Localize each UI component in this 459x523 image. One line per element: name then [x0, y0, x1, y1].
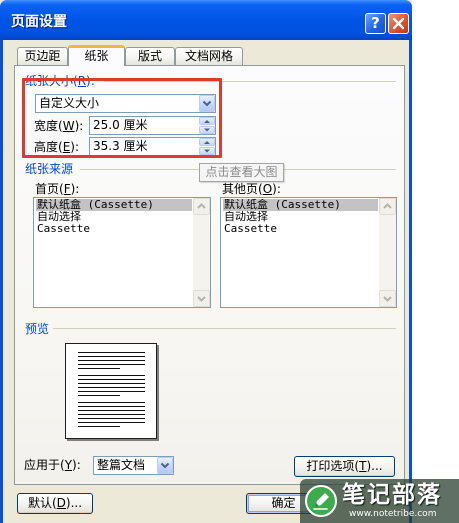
- accelerator-key: Y: [64, 458, 73, 472]
- preview-text-line: [78, 352, 145, 353]
- list-item[interactable]: Cassette: [223, 223, 378, 235]
- tooltip: 点击查看大图: [199, 163, 284, 182]
- apply-to-value: 整篇文档: [97, 458, 146, 472]
- window-frame-right: [409, 40, 412, 523]
- preview-text-line: [78, 356, 145, 357]
- preview-text-line: [78, 391, 145, 392]
- first-page-list-scrollbar[interactable]: [193, 198, 210, 307]
- scroll-down-button[interactable]: [379, 290, 396, 307]
- preview-text-line: [78, 414, 145, 415]
- paper-source-heading: 纸张来源: [25, 162, 74, 176]
- close-icon: [392, 17, 405, 30]
- apply-to-dropdown-button[interactable]: [157, 457, 173, 474]
- print-options-button[interactable]: 打印选项(T)...: [294, 456, 395, 477]
- watermark-name: 笔记部落: [342, 482, 442, 508]
- help-icon: ?: [371, 14, 380, 32]
- preview-heading: 预览: [25, 322, 50, 336]
- scroll-up-button[interactable]: [379, 198, 396, 215]
- preview-text-line: [78, 379, 145, 380]
- watermark-logo: [305, 485, 337, 517]
- preview-text-line: [78, 418, 145, 419]
- first-page-tray-list[interactable]: 默认纸盒 (Cassette) 自动选择 Cassette: [33, 197, 211, 308]
- annotation-highlight-box: [22, 78, 222, 158]
- preview-page: [65, 343, 157, 439]
- scroll-up-icon: [383, 203, 392, 209]
- watermark-url: www.notetribe.com: [349, 509, 437, 519]
- accelerator-key: O: [262, 182, 273, 196]
- list-item[interactable]: 自动选择: [223, 211, 378, 223]
- preview-text-line: [78, 406, 145, 407]
- scroll-down-button[interactable]: [193, 290, 210, 307]
- preview-text-line: [78, 422, 145, 423]
- preview-text-line: [78, 368, 120, 369]
- tab-paper[interactable]: 纸张: [68, 45, 125, 66]
- accelerator-key: F: [63, 182, 71, 196]
- first-page-label: 首页(F):: [35, 182, 80, 196]
- tab-layout[interactable]: 版式: [125, 47, 175, 65]
- scroll-down-icon: [197, 296, 206, 302]
- accelerator-key: T: [359, 459, 367, 473]
- preview-text-line: [78, 364, 145, 365]
- preview-text-line: [78, 426, 120, 427]
- apply-to-label: 应用于(Y):: [24, 458, 81, 472]
- default-button[interactable]: 默认(D)...: [17, 493, 93, 514]
- title-bar[interactable]: 页面设置 ?: [0, 0, 412, 40]
- scroll-up-button[interactable]: [193, 198, 210, 215]
- preview-text-line: [78, 395, 120, 396]
- apply-to-select[interactable]: 整篇文档: [93, 456, 174, 475]
- tab-document-grid[interactable]: 文档网格: [175, 47, 243, 65]
- pen-logo-icon: [313, 493, 329, 510]
- list-item[interactable]: 默认纸盒 (Cassette): [223, 199, 378, 211]
- list-item[interactable]: 自动选择: [36, 211, 192, 223]
- chevron-down-icon: [160, 462, 170, 469]
- preview-text-line: [78, 402, 145, 403]
- preview-text-line: [78, 387, 145, 388]
- preview-separator: [53, 328, 396, 329]
- other-pages-tray-list[interactable]: 默认纸盒 (Cassette) 自动选择 Cassette: [220, 197, 397, 308]
- other-pages-label: 其他页(O):: [222, 182, 281, 196]
- close-button[interactable]: [388, 13, 409, 34]
- scroll-down-icon: [383, 296, 392, 302]
- window-frame-left: [0, 40, 3, 523]
- preview-text-line: [78, 375, 145, 376]
- scroll-up-icon: [197, 203, 206, 209]
- tab-strip: 页边距 纸张 版式 文档网格: [17, 45, 243, 66]
- watermark: 笔记部落 www.notetribe.com: [300, 479, 459, 523]
- tab-margins[interactable]: 页边距: [17, 47, 68, 65]
- page-setup-dialog: 页面设置 ? 页边距 纸张 版式 文档网格 纸张大小(R): 自定义大小 宽度(…: [0, 0, 412, 523]
- preview-text-line: [78, 360, 145, 361]
- accelerator-key: D: [56, 496, 66, 510]
- preview-text-line: [78, 383, 145, 384]
- preview-text-line: [78, 410, 145, 411]
- help-button[interactable]: ?: [365, 13, 386, 34]
- other-pages-list-scrollbar[interactable]: [379, 198, 396, 307]
- list-item[interactable]: Cassette: [36, 223, 192, 235]
- window-title: 页面设置: [11, 14, 67, 30]
- list-item[interactable]: 默认纸盒 (Cassette): [36, 199, 192, 211]
